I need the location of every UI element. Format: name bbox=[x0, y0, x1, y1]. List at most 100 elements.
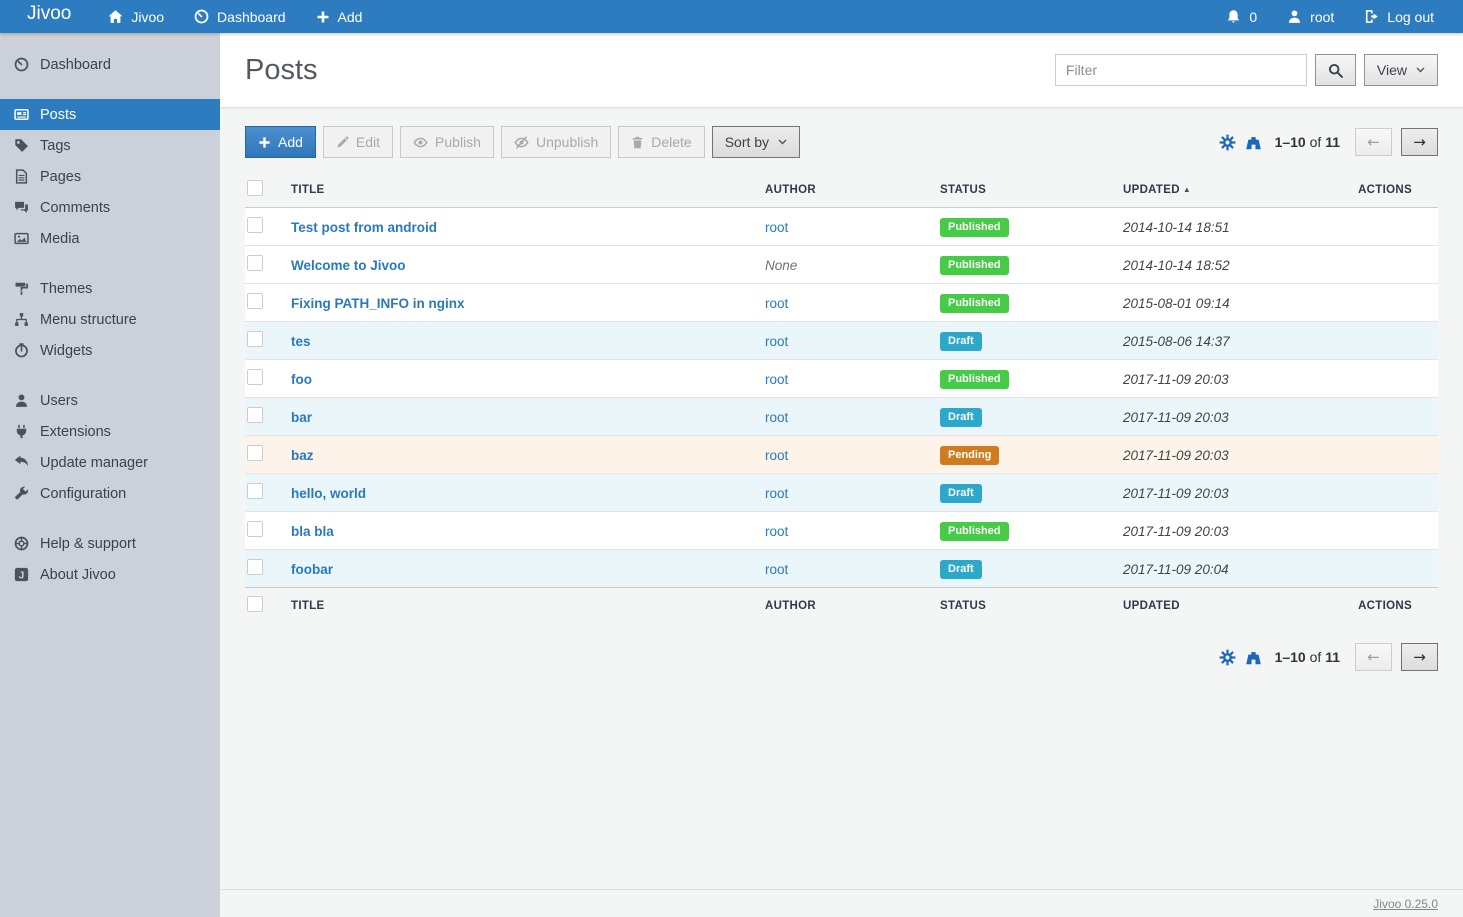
post-updated: 2017-11-09 20:03 bbox=[1123, 486, 1229, 501]
column-footer-title[interactable]: Title bbox=[283, 600, 757, 612]
sidebar-item-about-jivoo[interactable]: J About Jivoo bbox=[0, 559, 220, 590]
sort-by-label: Sort by bbox=[725, 134, 769, 150]
column-header-title[interactable]: Title bbox=[283, 184, 757, 196]
row-checkbox[interactable] bbox=[247, 483, 263, 499]
pagination-range: 1–10 of 11 bbox=[1275, 134, 1340, 150]
settings-gear-icon[interactable] bbox=[1219, 649, 1236, 666]
sidebar-item-tags[interactable]: Tags bbox=[0, 130, 220, 161]
post-author[interactable]: root bbox=[765, 372, 788, 387]
column-footer-status[interactable]: Status bbox=[932, 600, 1115, 612]
row-checkbox[interactable] bbox=[247, 293, 263, 309]
sidebar-item-help-support[interactable]: Help & support bbox=[0, 528, 220, 559]
select-all-checkbox[interactable] bbox=[247, 596, 263, 612]
status-badge: Draft bbox=[940, 560, 982, 579]
post-author[interactable]: root bbox=[765, 220, 788, 235]
pagination-next-button[interactable]: → bbox=[1401, 643, 1438, 671]
sort-by-dropdown-button[interactable]: Sort by bbox=[712, 126, 800, 158]
sidebar-item-label: Posts bbox=[40, 107, 76, 123]
page-footer: Jivoo 0.25.0 bbox=[220, 889, 1463, 917]
post-author[interactable]: root bbox=[765, 334, 788, 349]
column-header-actions: Actions bbox=[1332, 184, 1438, 196]
select-all-checkbox[interactable] bbox=[247, 180, 263, 196]
post-author[interactable]: root bbox=[765, 448, 788, 463]
post-title-link[interactable]: Welcome to Jivoo bbox=[291, 258, 406, 273]
post-title-link[interactable]: hello, world bbox=[291, 486, 366, 501]
row-checkbox[interactable] bbox=[247, 217, 263, 233]
add-button[interactable]: Add bbox=[245, 126, 316, 158]
view-dropdown-button[interactable]: View bbox=[1364, 54, 1438, 86]
row-checkbox[interactable] bbox=[247, 559, 263, 575]
post-title-link[interactable]: baz bbox=[291, 448, 314, 463]
post-title-link[interactable]: foo bbox=[291, 372, 312, 387]
binoculars-icon[interactable] bbox=[1245, 134, 1262, 151]
posts-table: Title Author Status Updated▲ Actions Tes… bbox=[245, 172, 1438, 623]
sidebar-item-posts[interactable]: Posts bbox=[0, 99, 220, 130]
post-author[interactable]: root bbox=[765, 410, 788, 425]
version-link[interactable]: Jivoo 0.25.0 bbox=[1373, 897, 1438, 911]
sidebar-item-label: Users bbox=[40, 393, 78, 409]
column-footer-updated[interactable]: Updated bbox=[1115, 600, 1332, 612]
brand-logo[interactable]: Jivoo bbox=[0, 0, 93, 33]
sidebar-item-menu-structure[interactable]: Menu structure bbox=[0, 304, 220, 335]
sidebar-item-update-manager[interactable]: Update manager bbox=[0, 447, 220, 478]
search-icon bbox=[1328, 63, 1343, 78]
status-badge: Published bbox=[940, 522, 1009, 541]
post-title-link[interactable]: tes bbox=[291, 334, 311, 349]
filter-input[interactable] bbox=[1055, 54, 1307, 86]
post-author[interactable]: root bbox=[765, 296, 788, 311]
nav-logout[interactable]: Log out bbox=[1349, 0, 1449, 33]
trash-icon bbox=[631, 136, 644, 149]
pagination-prev-button[interactable]: ← bbox=[1355, 128, 1392, 156]
search-button[interactable] bbox=[1315, 54, 1356, 86]
settings-gear-icon[interactable] bbox=[1219, 134, 1236, 151]
row-checkbox[interactable] bbox=[247, 331, 263, 347]
delete-button[interactable]: Delete bbox=[618, 126, 704, 158]
sidebar-item-extensions[interactable]: Extensions bbox=[0, 416, 220, 447]
unpublish-button[interactable]: Unpublish bbox=[501, 126, 611, 158]
sidebar-item-users[interactable]: Users bbox=[0, 385, 220, 416]
column-footer-author[interactable]: Author bbox=[757, 600, 932, 612]
post-updated: 2015-08-01 09:14 bbox=[1123, 296, 1230, 311]
nav-add[interactable]: Add bbox=[301, 0, 378, 33]
pagination-next-button[interactable]: → bbox=[1401, 128, 1438, 156]
post-author[interactable]: root bbox=[765, 486, 788, 501]
sidebar-item-configuration[interactable]: Configuration bbox=[0, 478, 220, 509]
post-title-link[interactable]: bar bbox=[291, 410, 312, 425]
post-author[interactable]: root bbox=[765, 562, 788, 577]
sidebar-item-dashboard[interactable]: Dashboard bbox=[0, 49, 220, 80]
post-author[interactable]: root bbox=[765, 524, 788, 539]
page-title: Posts bbox=[245, 54, 318, 87]
row-checkbox[interactable] bbox=[247, 369, 263, 385]
post-title-link[interactable]: bla bla bbox=[291, 524, 334, 539]
sidebar-item-comments[interactable]: Comments bbox=[0, 192, 220, 223]
pagination-prev-button[interactable]: ← bbox=[1355, 643, 1392, 671]
row-checkbox[interactable] bbox=[247, 445, 263, 461]
publish-button[interactable]: Publish bbox=[400, 126, 494, 158]
post-title-link[interactable]: Fixing PATH_INFO in nginx bbox=[291, 296, 465, 311]
pagination-range: 1–10 of 11 bbox=[1275, 649, 1340, 665]
column-header-author[interactable]: Author bbox=[757, 184, 932, 196]
column-header-status[interactable]: Status bbox=[932, 184, 1115, 196]
sidebar-item-pages[interactable]: Pages bbox=[0, 161, 220, 192]
table-header-row: Title Author Status Updated▲ Actions bbox=[245, 172, 1438, 208]
sidebar-item-themes[interactable]: Themes bbox=[0, 273, 220, 304]
sidebar-item-widgets[interactable]: Widgets bbox=[0, 335, 220, 366]
post-title-link[interactable]: foobar bbox=[291, 562, 333, 577]
row-checkbox[interactable] bbox=[247, 255, 263, 271]
nav-home[interactable]: Jivoo bbox=[93, 0, 179, 33]
edit-button[interactable]: Edit bbox=[323, 126, 393, 158]
nav-dashboard[interactable]: Dashboard bbox=[179, 0, 301, 33]
sidebar-item-label: Pages bbox=[40, 169, 81, 185]
row-checkbox[interactable] bbox=[247, 521, 263, 537]
nav-user[interactable]: root bbox=[1272, 0, 1349, 33]
table-row: Fixing PATH_INFO in nginx root Published… bbox=[245, 284, 1438, 322]
sidebar-item-media[interactable]: Media bbox=[0, 223, 220, 254]
post-title-link[interactable]: Test post from android bbox=[291, 220, 437, 235]
row-checkbox[interactable] bbox=[247, 407, 263, 423]
user-icon bbox=[1287, 9, 1302, 24]
binoculars-icon[interactable] bbox=[1245, 649, 1262, 666]
sitemap-icon bbox=[14, 312, 29, 327]
nav-notifications[interactable]: 0 bbox=[1211, 0, 1272, 33]
column-header-updated[interactable]: Updated▲ bbox=[1115, 184, 1332, 196]
status-badge: Published bbox=[940, 218, 1009, 237]
